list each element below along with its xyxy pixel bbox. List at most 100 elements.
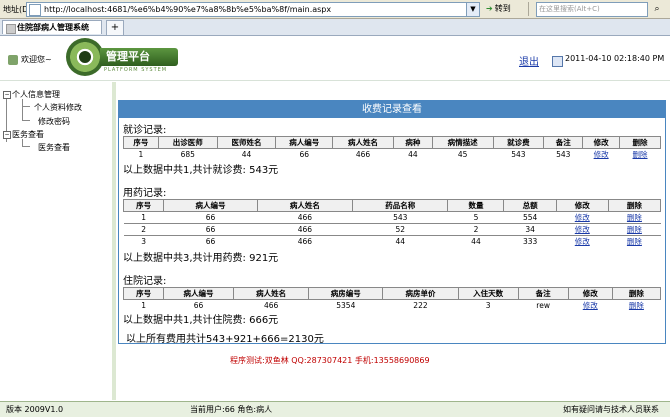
contact-info: 程序测试:双鱼林 QQ:287307421 手机:13558690869 [230,356,430,365]
table-cell: 44 [447,235,504,247]
column-header: 序号 [123,136,159,149]
medicine-section-label: 用药记录: [123,188,167,199]
table-cell: 543 [493,148,544,160]
column-header: 病人编号 [163,287,234,300]
column-header: 病人姓名 [332,136,394,149]
brand-title: 管理平台 [100,48,178,66]
column-header: 病人编号 [275,136,334,149]
logout-link[interactable]: 退出 [519,53,539,68]
grand-total: 以上所有费用共计543+921+666=2130元 [126,334,324,345]
table-cell: 52 [352,223,448,236]
panel-title: 收费记录查看 [119,101,665,118]
table-row: 1 66 466 543 5 554 修改 删除 [123,211,661,224]
tree-line [22,99,23,121]
new-tab-button[interactable]: + [106,20,124,36]
sidebar-item-profile-edit[interactable]: 个人资料修改 [34,102,82,113]
collapse-toggle-icon[interactable]: − [3,91,11,99]
column-header: 修改 [555,199,609,212]
search-input[interactable]: 在这里搜索(Alt+C) [536,2,648,17]
toolbar-divider [528,2,529,16]
table-cell: 66 [163,235,258,247]
fee-records-panel: 收费记录查看 就诊记录: 序号 出诊医师 医师姓名 病人编号 病人姓名 病种 病… [118,100,666,344]
sidebar-item-medical-view[interactable]: 医务查看 [38,142,70,153]
go-label: 转到 [494,4,511,13]
table-cell: 66 [163,211,258,224]
medicine-table: 序号 病人编号 病人姓名 药品名称 数量 总额 修改 删除 1 66 466 5… [122,199,662,247]
page-icon [29,4,41,16]
sidebar-item-medical[interactable]: 医务查看 [12,129,44,140]
table-cell: 466 [233,299,309,311]
help-text: 如有疑问请与技术人员联系 [563,405,659,414]
tab-main[interactable]: 住院部病人管理系统 [2,20,102,34]
go-arrow-icon: ➔ [486,4,493,13]
delete-link[interactable]: 删除 [629,301,644,310]
table-cell: 554 [503,211,557,224]
table-cell: 66 [163,299,234,311]
column-header: 删除 [607,199,662,212]
user-icon [8,54,18,65]
table-cell: 45 [432,148,494,160]
brand-subtitle: PLATFORM SYSTEM [104,67,168,73]
favicon-icon [6,24,16,34]
hospital-section-label: 住院记录: [123,276,167,287]
column-header: 总额 [503,199,557,212]
table-cell: 2 [447,223,504,236]
table-cell: 543 [352,211,448,224]
column-header: 备注 [543,136,584,149]
table-cell: 66 [275,148,333,160]
sidebar-item-personal-info[interactable]: 个人信息管理 [12,89,60,100]
table-cell: 44 [393,148,433,160]
table-cell: 2 [123,223,164,236]
edit-link[interactable]: 修改 [575,213,590,222]
datetime-display: 2011-04-10 02:18:40 PM [565,54,665,63]
delete-cell: 删除 [612,299,661,311]
address-dropdown-button[interactable]: ▼ [466,2,480,17]
address-input[interactable]: http://localhost:4681/%e6%b4%90%e7%a8%8b… [26,2,468,17]
table-cell: 44 [352,235,448,247]
table-cell: 1 [123,211,164,224]
edit-cell: 修改 [568,299,613,311]
table-row: 1 685 44 66 466 44 45 543 543 修改 删除 [123,148,661,160]
welcome-label: 欢迎您~ [21,55,52,64]
table-cell: 3 [458,299,519,311]
visit-table: 序号 出诊医师 医师姓名 病人编号 病人姓名 病种 病情描述 就诊费 备注 修改… [123,136,661,160]
table-row: 2 66 466 52 2 34 修改 删除 [123,223,661,236]
column-header: 序号 [122,287,165,300]
column-header: 就诊费 [492,136,545,149]
delete-cell: 删除 [608,223,661,236]
edit-link[interactable]: 修改 [583,301,598,310]
column-header: 修改 [567,287,613,300]
delete-link[interactable]: 删除 [633,150,648,159]
edit-cell: 修改 [582,148,620,160]
column-header: 序号 [122,199,165,212]
column-header: 出诊医师 [157,136,218,149]
column-header: 医师姓名 [216,136,277,149]
table-cell: 1 [123,299,164,311]
table-cell: 222 [382,299,459,311]
column-header: 数量 [447,199,505,212]
edit-link[interactable]: 修改 [575,237,590,246]
table-cell: 44 [217,148,276,160]
go-button[interactable]: ➔ 转到 [482,2,515,15]
search-icon[interactable]: ⌕ [650,2,664,16]
table-cell: 685 [158,148,218,160]
edit-link[interactable]: 修改 [594,150,609,159]
column-header: 药品名称 [352,199,449,212]
welcome-text: 欢迎您~ [8,54,52,65]
collapse-toggle-icon[interactable]: − [3,131,11,139]
sidebar-tree: − 个人信息管理 个人资料修改 修改密码 − 医务查看 医务查看 [0,82,113,400]
delete-link[interactable]: 删除 [627,225,642,234]
column-header: 病人姓名 [256,199,354,212]
table-cell: 543 [543,148,583,160]
delete-link[interactable]: 删除 [627,213,642,222]
sidebar-splitter[interactable] [112,82,116,400]
table-cell: 3 [123,235,164,247]
table-cell: 66 [163,223,258,236]
table-cell: 333 [503,235,557,247]
delete-link[interactable]: 删除 [627,237,642,246]
edit-link[interactable]: 修改 [575,225,590,234]
table-cell: 466 [257,211,353,224]
column-header: 备注 [517,287,569,300]
sidebar-item-change-password[interactable]: 修改密码 [38,116,70,127]
table-row: 1 66 466 5354 222 3 rew 修改 删除 [123,299,661,311]
